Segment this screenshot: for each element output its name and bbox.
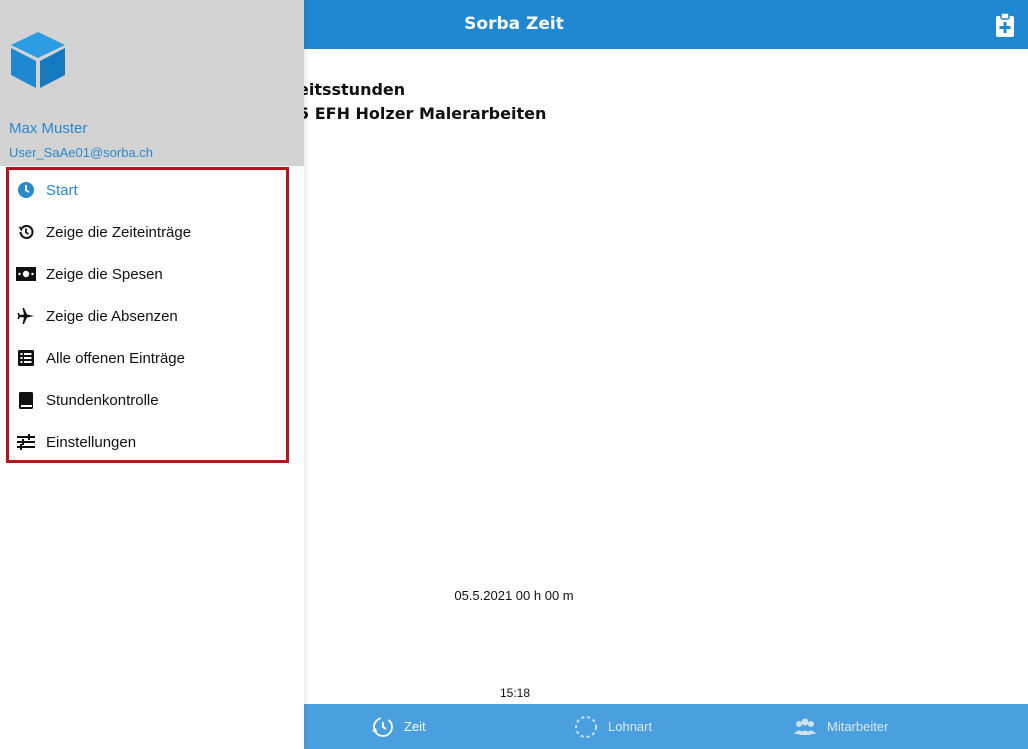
user-email: User_SaAe01@sorba.ch [9, 145, 153, 160]
clock-icon [16, 180, 36, 200]
drawer-menu: Start Zeige die Zeiteinträge Zeige die S… [6, 167, 289, 463]
money-icon [16, 264, 36, 284]
tab-mitarbeiter-label: Mitarbeiter [827, 719, 889, 734]
menu-item-einstellungen[interactable]: Einstellungen [16, 429, 136, 455]
menu-item-label: Start [46, 181, 78, 199]
tab-zeit[interactable]: Zeit [370, 704, 426, 749]
cube-logo-icon [11, 32, 65, 88]
tab-mitarbeiter[interactable]: Mitarbeiter [793, 704, 888, 749]
drawer-header: Max Muster User_SaAe01@sorba.ch [0, 0, 304, 166]
menu-item-label: Zeige die Absenzen [46, 307, 178, 325]
history-icon [16, 222, 36, 242]
clipboard-plus-icon[interactable] [994, 12, 1016, 38]
tab-zeit-label: Zeit [404, 719, 426, 734]
spinner-icon [575, 715, 597, 738]
book-icon [16, 390, 36, 410]
tab-lohnart-label: Lohnart [608, 719, 653, 734]
menu-item-label: Stundenkontrolle [46, 391, 159, 409]
user-name: Max Muster [9, 120, 88, 137]
sliders-icon [16, 432, 36, 452]
menu-item-stundenkontrolle[interactable]: Stundenkontrolle [16, 387, 159, 413]
main-heading: eitsstunden [298, 80, 406, 99]
airplane-icon [16, 306, 36, 326]
menu-item-label: Zeige die Zeiteinträge [46, 223, 192, 241]
menu-item-label: Alle offenen Einträge [46, 349, 185, 367]
menu-item-zeiteintraege[interactable]: Zeige die Zeiteinträge [16, 219, 191, 245]
menu-item-start[interactable]: Start [16, 177, 78, 203]
clock-hand-icon [372, 716, 393, 737]
menu-item-spesen[interactable]: Zeige die Spesen [16, 261, 163, 287]
users-icon [794, 718, 816, 735]
menu-item-label: Einstellungen [46, 433, 137, 451]
list-icon [16, 348, 36, 368]
project-title: 5 EFH Holzer Malerarbeiten [298, 104, 547, 123]
menu-item-absenzen[interactable]: Zeige die Absenzen [16, 303, 178, 329]
current-time: 15:18 [500, 686, 531, 700]
navigation-drawer: Max Muster User_SaAe01@sorba.ch Start Ze… [0, 0, 304, 749]
menu-item-label: Zeige die Spesen [46, 265, 163, 283]
tab-lohnart[interactable]: Lohnart [574, 704, 652, 749]
menu-item-offene-eintraege[interactable]: Alle offenen Einträge [16, 345, 185, 371]
